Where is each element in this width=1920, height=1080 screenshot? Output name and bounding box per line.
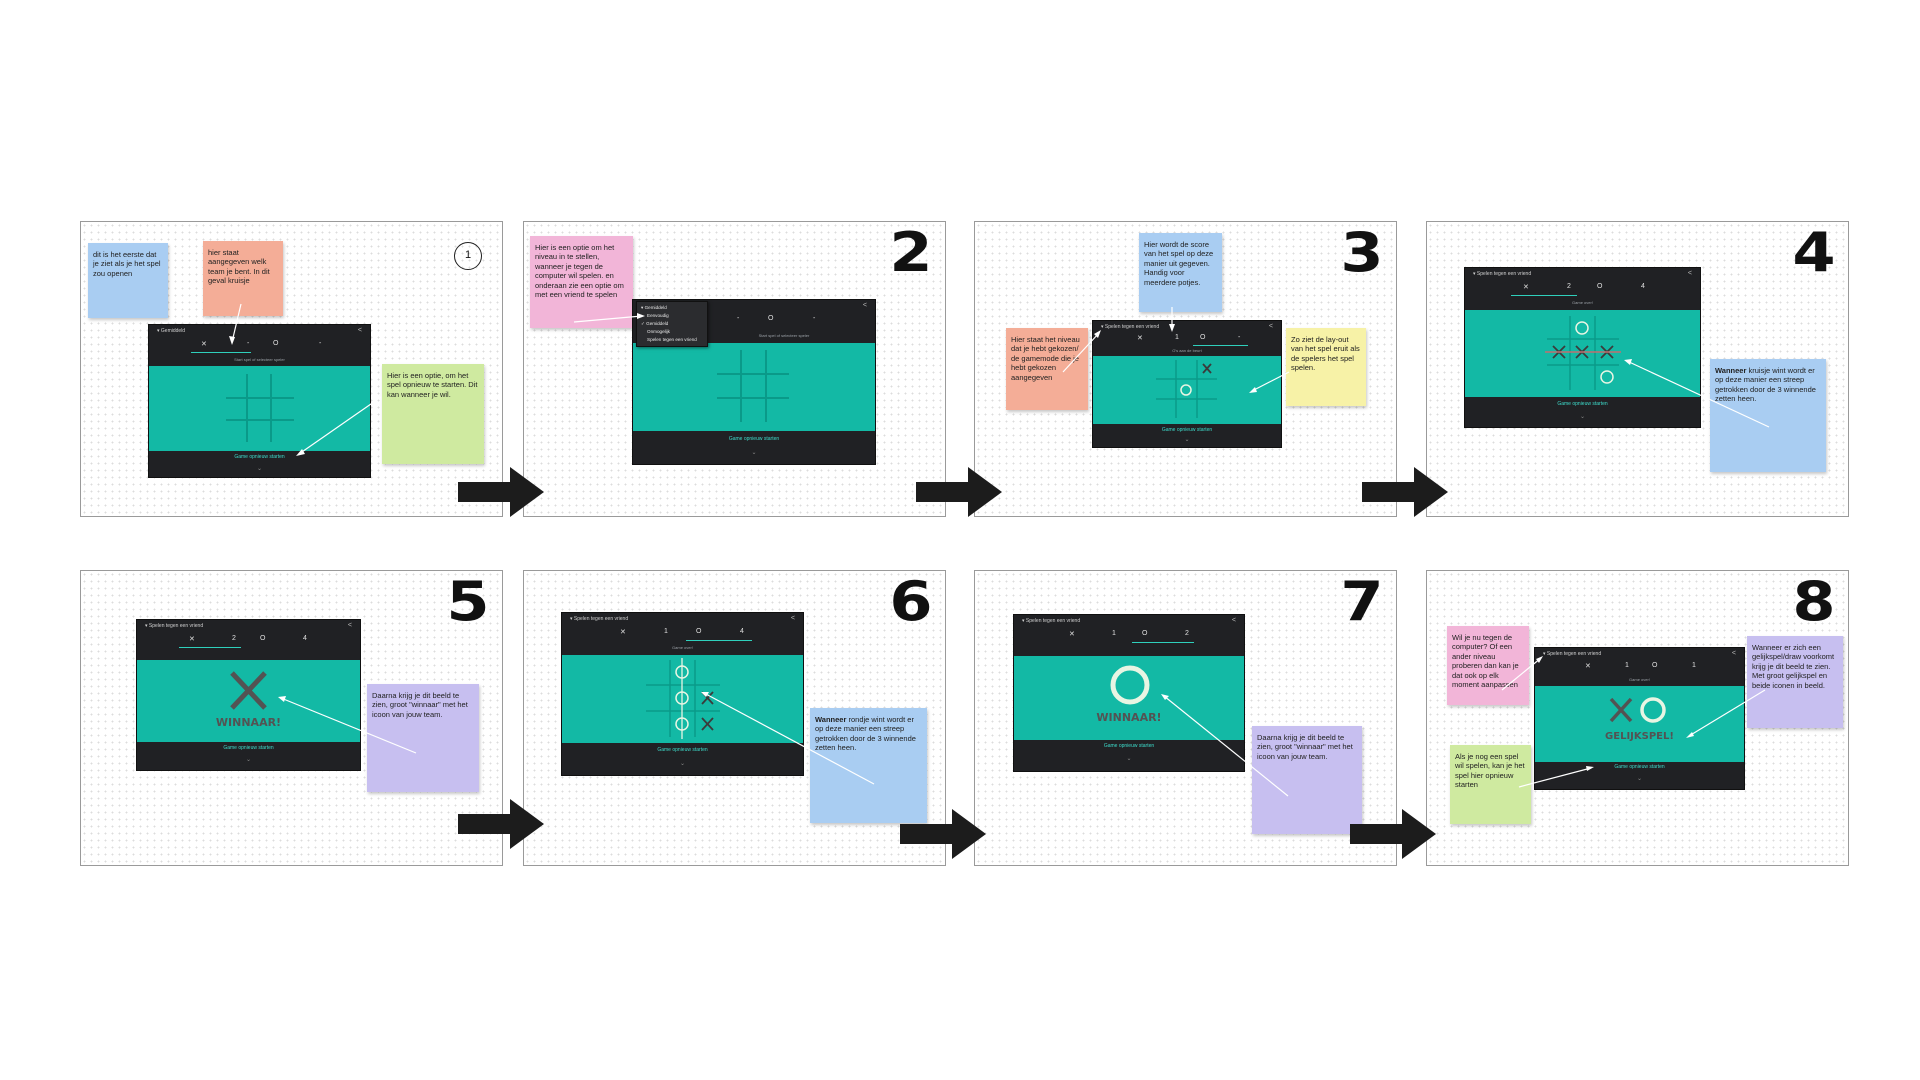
flow-arrow-icon xyxy=(916,467,1002,517)
annotation-arrows xyxy=(1624,359,1770,428)
annotation-arrows xyxy=(278,696,417,754)
storyboard-panel-8: 8 Wil je nu tegen de computer? Of een an… xyxy=(1426,570,1849,866)
storyboard-panel-7: 7 ▾ Spelen tegen een vriend < ✕ 1 O 2 WI… xyxy=(974,570,1397,866)
storyboard-panel-2: 2 Hier is een optie om het niveau in te … xyxy=(523,221,946,517)
flow-arrow-icon xyxy=(458,467,544,517)
flow-arrow-icon xyxy=(1362,467,1448,517)
storyboard-panel-1: 1 dit is het eerste dat je ziet als je h… xyxy=(80,221,503,517)
annotation-arrows xyxy=(229,303,382,456)
annotation-arrows xyxy=(573,313,645,323)
flow-arrow-icon xyxy=(458,799,544,849)
annotation-arrows xyxy=(1062,307,1290,393)
storyboard-panel-6: 6 ▾ Spelen tegen een vriend < ✕ 1 O 4 Ga… xyxy=(523,570,946,866)
storyboard-panel-5: 5 ▾ Spelen tegen een vriend < ✕ 2 O 4 WI… xyxy=(80,570,503,866)
annotation-arrows xyxy=(1161,694,1289,797)
storyboard-panel-4: 4 ▾ Spelen tegen een vriend < ✕ 2 O 4 Ga… xyxy=(1426,221,1849,517)
storyboard-panel-3: 3 Hier wordt de score van het spel op de… xyxy=(974,221,1397,517)
flow-arrow-icon xyxy=(900,809,986,859)
flow-arrow-icon xyxy=(1350,809,1436,859)
annotation-arrows xyxy=(701,692,875,785)
annotation-arrows xyxy=(1501,656,1766,788)
